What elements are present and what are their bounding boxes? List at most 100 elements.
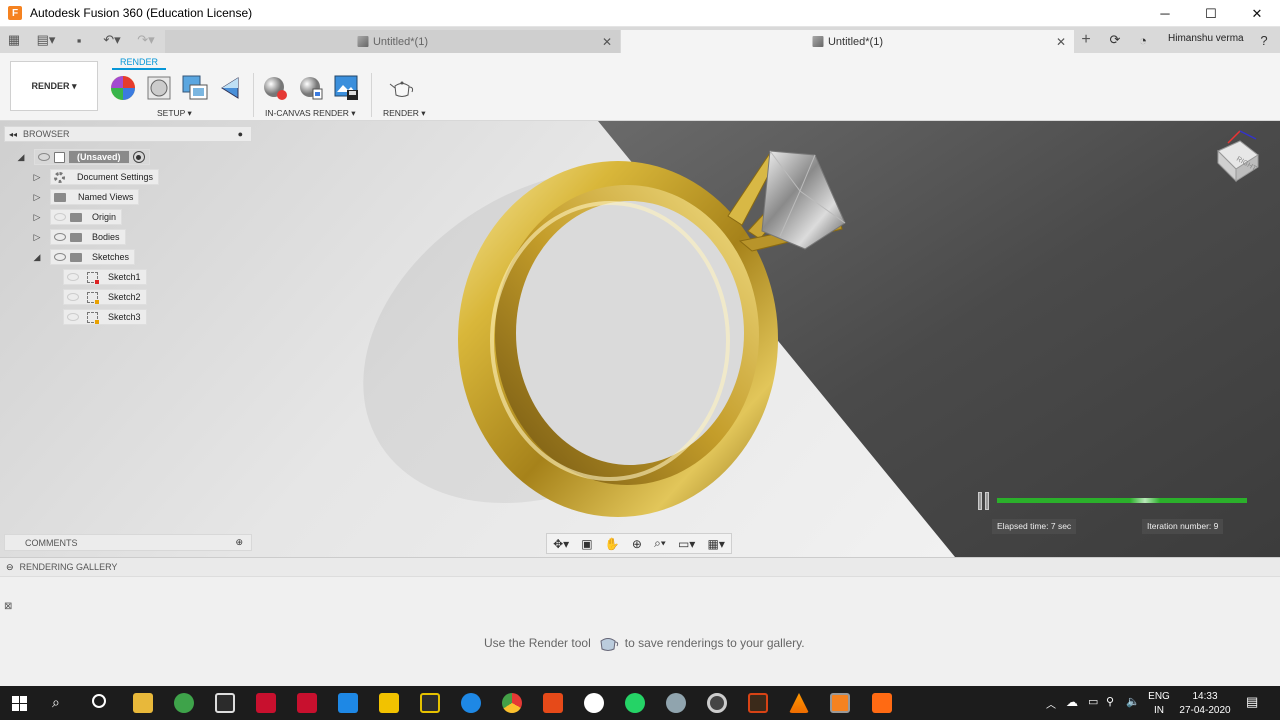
close-tab-icon[interactable]: ✕ — [1056, 35, 1066, 49]
undo-icon[interactable]: ↶▾ — [98, 27, 126, 53]
pan-hand-icon[interactable]: ✋ — [605, 537, 620, 551]
collapsed-triangle-icon[interactable]: ▷ — [32, 192, 42, 202]
file-explorer-icon[interactable] — [133, 693, 153, 713]
apps-grid-icon[interactable]: ▦ — [4, 27, 24, 53]
pause-render-button[interactable] — [975, 491, 992, 511]
app-icon[interactable] — [666, 693, 686, 713]
collapse-gallery-icon[interactable]: ⊖ — [6, 562, 14, 573]
app-icon[interactable] — [338, 693, 358, 713]
onedrive-icon[interactable]: ☁ — [1066, 695, 1078, 709]
media-player-icon[interactable] — [707, 693, 727, 713]
store-icon[interactable] — [215, 693, 235, 713]
tab-untitled-active[interactable]: Untitled*(1) ✕ — [621, 30, 1074, 53]
workspace-switcher-button[interactable]: RENDER ▾ — [10, 61, 98, 111]
fit-zoom-icon[interactable]: ⌕▾ — [654, 536, 666, 551]
redo-icon[interactable]: ↷▾ — [132, 27, 160, 53]
job-status-icon[interactable]: ⟳ — [1106, 31, 1124, 49]
vlc-icon[interactable] — [789, 693, 809, 713]
gallery-filter-icon[interactable]: ⊠ — [4, 601, 12, 612]
battery-icon[interactable]: ▭ — [1088, 695, 1098, 708]
visibility-eye-icon[interactable] — [38, 153, 50, 161]
display-settings-icon[interactable]: ▭▾ — [678, 537, 695, 551]
grid-settings-icon[interactable]: ▦▾ — [707, 537, 724, 551]
hidden-eye-icon[interactable] — [67, 293, 79, 301]
app-icon[interactable] — [872, 693, 892, 713]
whatsapp-icon[interactable] — [625, 693, 645, 713]
show-hidden-icons[interactable]: ︿ — [1046, 696, 1056, 711]
appearance-icon[interactable] — [110, 75, 136, 101]
globe-app-icon[interactable] — [174, 693, 194, 713]
close-tab-icon[interactable]: ✕ — [602, 35, 612, 49]
user-account[interactable]: Himanshu verma — [1168, 33, 1244, 44]
language-region[interactable]: IN — [1148, 705, 1170, 716]
action-center-icon[interactable]: ▤ — [1246, 694, 1258, 710]
add-comment-icon[interactable]: ⊕ — [235, 537, 243, 548]
expanded-triangle-icon[interactable]: ◢ — [32, 252, 42, 262]
browser-panel-header[interactable]: ◂◂ BROWSER ● — [4, 126, 252, 142]
clock-time[interactable]: 14:33 — [1176, 691, 1234, 702]
new-tab-button[interactable]: + — [1077, 31, 1095, 49]
tree-item-sketches[interactable]: ◢ Sketches — [32, 249, 136, 265]
tree-item-bodies[interactable]: ▷ Bodies — [32, 229, 126, 245]
rendered-scene[interactable] — [0, 121, 1280, 557]
in-canvas-render-icon[interactable] — [262, 75, 288, 101]
comments-panel-header[interactable]: COMMENTS ⊕ — [4, 534, 252, 551]
expanded-triangle-icon[interactable]: ◢ — [16, 152, 26, 162]
fusion360-taskbar-icon[interactable] — [830, 693, 850, 713]
orbit-icon[interactable]: ✥▾ — [553, 537, 569, 551]
search-icon[interactable]: ⌕ — [52, 694, 60, 711]
chrome-icon[interactable] — [502, 693, 522, 713]
autocad-icon[interactable] — [379, 693, 399, 713]
help-icon[interactable]: ? — [1255, 31, 1273, 49]
video-editor-icon[interactable] — [748, 693, 768, 713]
windows-start-icon[interactable] — [12, 696, 27, 711]
tree-item-sketch3[interactable]: Sketch3 — [63, 309, 147, 325]
texture-map-icon[interactable] — [218, 75, 244, 101]
tree-item-sketch2[interactable]: Sketch2 — [63, 289, 147, 305]
in-canvas-settings-icon[interactable] — [298, 75, 324, 101]
3d-viewport[interactable]: RIGHT — [0, 121, 1280, 557]
volume-icon[interactable]: 🔈 — [1126, 695, 1140, 708]
tree-item-named-views[interactable]: ▷ Named Views — [32, 189, 140, 205]
tab-untitled-inactive[interactable]: Untitled*(1) ✕ — [165, 30, 620, 53]
collapsed-triangle-icon[interactable]: ▷ — [32, 232, 42, 242]
gift-app-icon[interactable] — [256, 693, 276, 713]
hidden-eye-icon[interactable] — [54, 213, 66, 221]
rendering-gallery-header[interactable]: ⊖ RENDERING GALLERY — [0, 557, 1280, 577]
tree-item-origin[interactable]: ▷ Origin — [32, 209, 123, 225]
file-menu-icon[interactable]: ▤▾ — [32, 27, 60, 53]
clock-date[interactable]: 27-04-2020 — [1176, 705, 1234, 716]
viewcube-widget[interactable]: RIGHT — [1210, 129, 1266, 189]
render-group-label[interactable]: RENDER ▾ — [383, 108, 426, 119]
matlab-icon[interactable] — [543, 693, 563, 713]
zoom-icon[interactable]: ⊕ — [632, 537, 642, 551]
close-window-button[interactable]: ✕ — [1234, 0, 1280, 27]
network-icon[interactable]: ⚲ — [1106, 695, 1114, 708]
collapsed-triangle-icon[interactable]: ▷ — [32, 212, 42, 222]
app-icon[interactable] — [584, 693, 604, 713]
setup-group-label[interactable]: SETUP ▾ — [157, 108, 192, 119]
tree-root[interactable]: ◢ (Unsaved) — [16, 149, 150, 165]
tree-item-document-settings[interactable]: ▷ Document Settings — [32, 169, 160, 185]
visibility-eye-icon[interactable] — [54, 233, 66, 241]
look-at-icon[interactable]: ▣ — [581, 537, 592, 551]
browser-minus-icon[interactable]: ● — [238, 129, 243, 139]
scene-settings-icon[interactable] — [182, 75, 208, 101]
cortana-icon[interactable] — [92, 694, 106, 708]
save-icon[interactable]: ▪ — [70, 27, 88, 53]
media-app-icon[interactable] — [420, 693, 440, 713]
notifications-icon[interactable]: ◔ — [1134, 31, 1152, 49]
solidworks-icon[interactable] — [297, 693, 317, 713]
render-teapot-icon[interactable] — [389, 75, 415, 101]
visibility-eye-icon[interactable] — [54, 253, 66, 261]
edge-icon[interactable] — [461, 693, 481, 713]
tree-item-sketch1[interactable]: Sketch1 — [63, 269, 147, 285]
activate-radio-icon[interactable] — [132, 151, 145, 163]
tab-render[interactable]: RENDER — [112, 57, 166, 70]
physical-material-icon[interactable] — [146, 75, 172, 101]
hidden-eye-icon[interactable] — [67, 313, 79, 321]
collapsed-triangle-icon[interactable]: ▷ — [32, 172, 42, 182]
in-canvas-render-group-label[interactable]: IN-CANVAS RENDER ▾ — [265, 108, 356, 119]
maximize-button[interactable]: ☐ — [1188, 0, 1234, 27]
hidden-eye-icon[interactable] — [67, 273, 79, 281]
